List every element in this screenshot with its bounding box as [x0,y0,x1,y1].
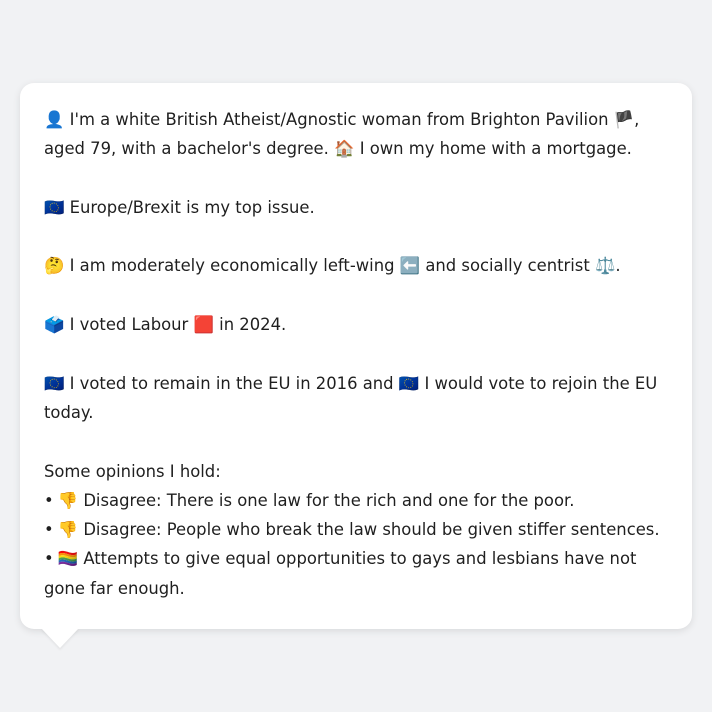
eu-vote: 🇪🇺 I voted to remain in the EU in 2016 a… [44,369,668,428]
thumbs-down-icon: 👎 [57,520,79,540]
eu-flag-icon: 🇪🇺 [398,373,420,393]
opinion-text: Disagree: People who break the law shoul… [83,520,660,540]
ideology-text-1: I am moderately economically left-wing [69,256,395,276]
vote-2024-text-2: in 2024. [219,315,287,335]
intro-text-1: I'm a white British Atheist/Agnostic wom… [69,110,609,129]
eu-flag-icon: 🇪🇺 [44,373,65,393]
scales-icon: ⚖️ [595,256,616,276]
opinion-text: Disagree: There is one law for the rich … [83,490,575,510]
list-item: • 👎 Disagree: There is one law for the ri… [44,486,668,515]
person-icon: 👤 [44,110,65,129]
opinion-text: Attempts to give equal opportunities to … [44,549,637,598]
vote-2024: 🗳️ I voted Labour 🟥 in 2024. [44,310,668,339]
ideology-text-3: . [615,256,621,276]
list-item: • 👎 Disagree: People who break the law sh… [44,515,668,544]
england-flag-icon: 🏴 [613,110,635,129]
top-issue: 🇪🇺 Europe/Brexit is my top issue. [44,193,668,222]
red-square-icon: 🟥 [193,315,214,335]
list-item: • 🏳️‍🌈 Attempts to give equal opportuniti… [44,544,668,603]
bubble-tail [41,628,79,648]
opinions-list: • 👎 Disagree: There is one law for the ri… [44,486,668,603]
eu-vote-text-1: I voted to remain in the EU in 2016 and [69,373,394,393]
rainbow-flag-icon: 🏳️‍🌈 [57,549,79,569]
bullet-point: • [44,520,54,540]
bullet-point: • [44,549,54,569]
ideology: 🤔 I am moderately economically left-wing… [44,251,668,280]
opinions-heading: Some opinions I hold: [44,461,221,481]
profile-intro: 👤 I'm a white British Atheist/Agnostic w… [44,105,668,164]
ballot-box-icon: 🗳️ [44,315,65,335]
chat-message-bubble: 👤 I'm a white British Atheist/Agnostic w… [20,83,692,629]
top-issue-text: Europe/Brexit is my top issue. [69,197,315,217]
vote-2024-text-1: I voted Labour [69,315,189,335]
intro-text-3: I own my home with a mortgage. [359,139,632,159]
bullet-point: • [44,490,54,510]
house-icon: 🏠 [334,139,355,159]
ideology-text-2: and socially centrist [425,256,590,276]
thumbs-down-icon: 👎 [57,490,79,510]
thinking-face-icon: 🤔 [44,256,65,276]
left-arrow-icon: ⬅️ [399,256,421,276]
eu-flag-icon: 🇪🇺 [44,197,65,217]
